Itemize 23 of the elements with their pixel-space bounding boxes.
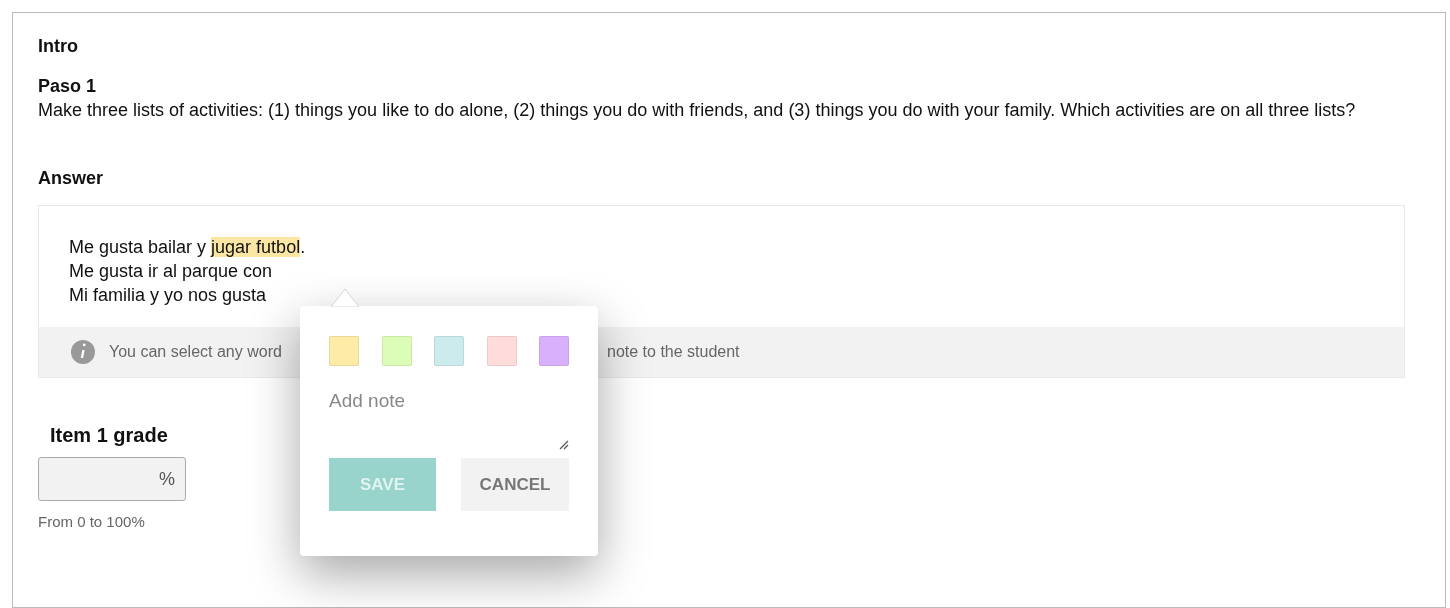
- color-swatch[interactable]: [539, 336, 569, 366]
- section-title: Intro: [38, 35, 79, 57]
- color-swatch[interactable]: [381, 336, 412, 366]
- answer-text: Me gusta ir al parque con: [69, 261, 273, 281]
- color-swatch[interactable]: [486, 336, 517, 366]
- resize-handle-icon[interactable]: [557, 438, 569, 450]
- answer-text: Me gusta bailar y: [69, 237, 208, 257]
- highlighted-text: jugar futbol: [211, 237, 301, 257]
- answer-text: Mi familia y yo nos gusta: [69, 285, 267, 305]
- color-swatch[interactable]: [434, 336, 464, 366]
- percent-unit: %: [159, 468, 175, 490]
- step-title: Paso 1: [38, 75, 98, 97]
- color-swatch[interactable]: [329, 336, 359, 366]
- info-text: note to the student: [607, 343, 741, 361]
- answer-title: Answer: [38, 167, 105, 189]
- info-text: You can select any word: [109, 343, 282, 361]
- grade-hint: From 0 to 100%: [38, 513, 146, 530]
- answer-text: .: [300, 237, 306, 257]
- cancel-button[interactable]: CANCEL: [461, 458, 569, 511]
- grade-field[interactable]: %: [38, 457, 186, 501]
- info-icon: [71, 340, 95, 364]
- step-text: Make three lists of activities: (1) things you like to do alone, (2) things you do with friends, and (3) things you do with your family. Which activities are on all three lists?: [38, 99, 1357, 122]
- grade-title: Item 1 grade: [50, 423, 168, 447]
